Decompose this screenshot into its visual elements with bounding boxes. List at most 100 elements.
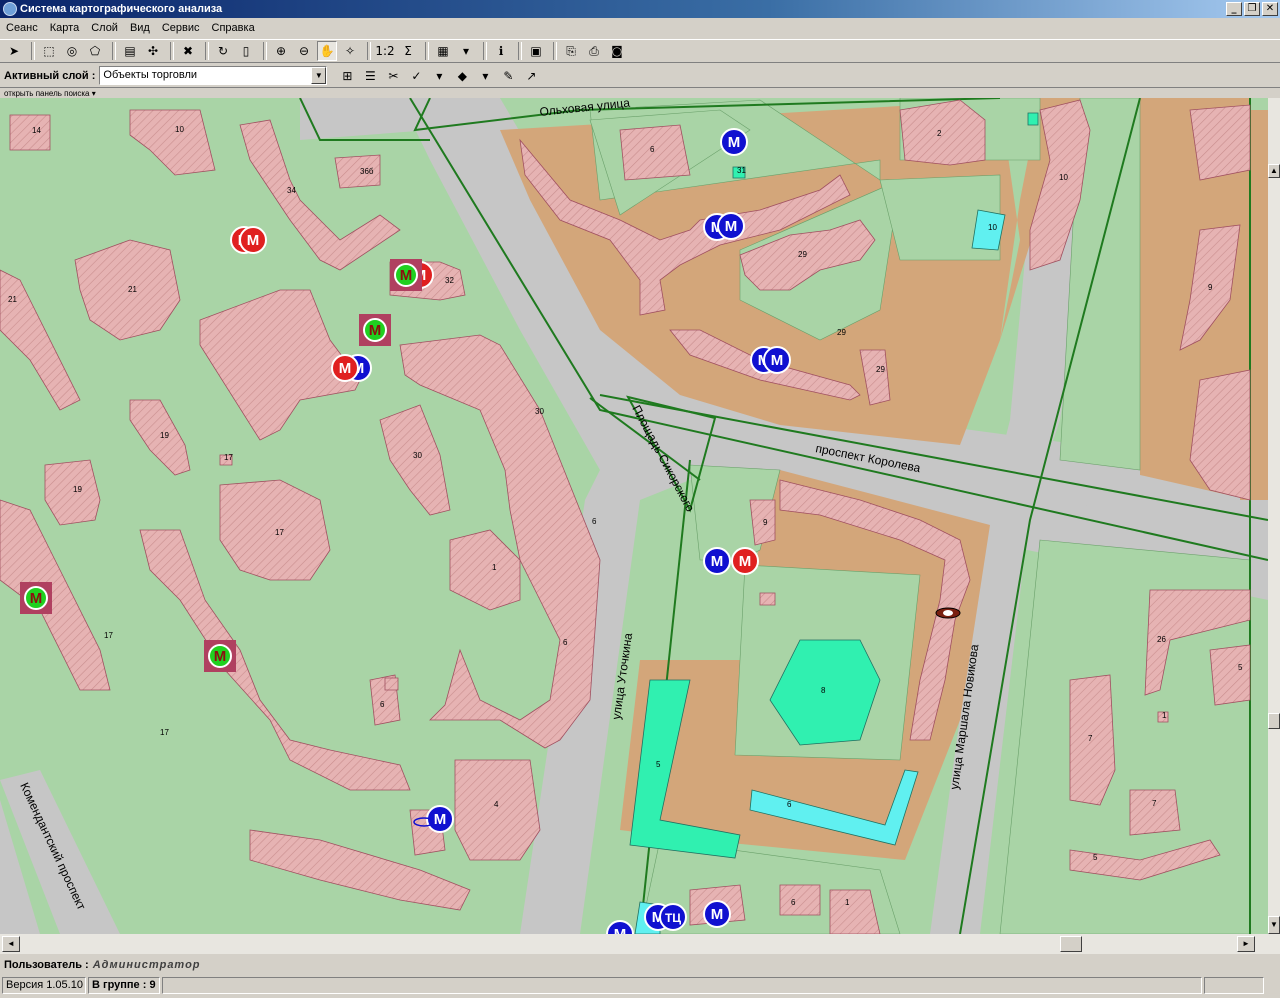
minimize-button[interactable]: _ bbox=[1226, 2, 1242, 16]
blue-shop-marker[interactable]: M bbox=[703, 900, 731, 928]
comment-icon[interactable]: ✎ bbox=[498, 66, 518, 86]
menu-service[interactable]: Сервис bbox=[156, 22, 206, 34]
blue-shop-marker[interactable]: TЦ bbox=[659, 903, 687, 931]
scroll-down-button[interactable]: ▼ bbox=[1268, 916, 1280, 934]
refresh-icon[interactable]: ↻ bbox=[213, 41, 233, 61]
zoom-in-icon[interactable]: ⊕ bbox=[271, 41, 291, 61]
toolbar-separator bbox=[367, 42, 371, 60]
horizontal-scrollbar[interactable]: ◄ ► bbox=[0, 934, 1268, 954]
marker-label: M bbox=[725, 218, 738, 235]
status-bar: Версия 1.05.10 В группе : 9 bbox=[0, 975, 1280, 996]
dropdown-arrow-icon[interactable]: ▾ bbox=[456, 41, 476, 61]
blue-shop-marker[interactable]: M bbox=[763, 346, 791, 374]
horizontal-scroll-thumb[interactable] bbox=[1060, 936, 1082, 952]
building-number: 30 bbox=[535, 407, 544, 416]
app-globe-icon bbox=[3, 2, 17, 16]
map-pin-icon[interactable] bbox=[935, 607, 961, 619]
marker-label: M bbox=[214, 648, 227, 665]
print-icon[interactable]: ⎙ bbox=[584, 41, 604, 61]
building-number: 7 bbox=[1088, 734, 1093, 743]
building-number: 9 bbox=[1208, 283, 1213, 292]
sum-icon[interactable]: Σ bbox=[398, 41, 418, 61]
building-number: 6 bbox=[791, 898, 796, 907]
blue-shop-marker[interactable]: M bbox=[720, 128, 748, 156]
expand-icon[interactable]: ✣ bbox=[143, 41, 163, 61]
marker-label: M bbox=[728, 134, 741, 151]
building-number: 10 bbox=[1059, 173, 1068, 182]
menu-map[interactable]: Карта bbox=[44, 22, 85, 34]
toolbar-separator bbox=[263, 42, 267, 60]
shapes-icon[interactable]: ◆ bbox=[452, 66, 472, 86]
scroll-right-button[interactable]: ► bbox=[1237, 936, 1255, 952]
layers-icon[interactable]: ▤ bbox=[120, 41, 140, 61]
scroll-up-button[interactable]: ▲ bbox=[1268, 164, 1280, 178]
vertical-scroll-thumb[interactable] bbox=[1268, 713, 1280, 729]
zoom-out-icon[interactable]: ⊖ bbox=[294, 41, 314, 61]
clear-selection-icon[interactable]: ✖ bbox=[178, 41, 198, 61]
layer-list-icon[interactable]: ☰ bbox=[360, 66, 380, 86]
building-number: 1 bbox=[492, 563, 497, 572]
active-layer-label: Активный слой : bbox=[4, 69, 96, 82]
red-shop-marker[interactable]: M bbox=[731, 547, 759, 575]
toolbar-separator bbox=[425, 42, 429, 60]
toolbar-separator bbox=[170, 42, 174, 60]
ruler-icon[interactable]: 1:2 bbox=[375, 41, 395, 61]
restore-button[interactable]: ❐ bbox=[1244, 2, 1260, 16]
menu-layer[interactable]: Слой bbox=[85, 22, 124, 34]
building-number: 29 bbox=[837, 328, 846, 337]
dropdown-arrow-icon[interactable]: ▾ bbox=[429, 66, 449, 86]
green-shop-marker[interactable]: M bbox=[390, 259, 422, 291]
building-number: 17 bbox=[275, 528, 284, 537]
chevron-down-icon[interactable]: ▼ bbox=[311, 67, 327, 84]
menu-session[interactable]: Сеанс bbox=[0, 22, 44, 34]
blue-shop-marker[interactable]: M bbox=[717, 212, 745, 240]
magic-wand-icon[interactable]: ✧ bbox=[340, 41, 360, 61]
layer-tools: ⊞ ☰ ✂ ✓ ▾ ◆ ▾ ✎ ↗ bbox=[337, 66, 544, 86]
info-icon[interactable]: ℹ bbox=[491, 41, 511, 61]
layer-add-icon[interactable]: ⊞ bbox=[337, 66, 357, 86]
building-number: 32 bbox=[445, 276, 454, 285]
user-label: Пользователь : bbox=[4, 959, 89, 971]
select-circle-icon[interactable]: ◎ bbox=[62, 41, 82, 61]
marker-label: M bbox=[711, 553, 724, 570]
select-rect-icon[interactable]: ⬚ bbox=[39, 41, 59, 61]
building-number: 21 bbox=[128, 285, 137, 294]
marker-label: M bbox=[400, 267, 413, 284]
check-spell-icon[interactable]: ✓ bbox=[406, 66, 426, 86]
vertical-scrollbar[interactable]: ▲ ▼ bbox=[1268, 98, 1280, 954]
green-shop-marker[interactable]: M bbox=[20, 582, 52, 614]
red-shop-marker[interactable]: M bbox=[331, 354, 359, 382]
blank-page-icon[interactable]: ▯ bbox=[236, 41, 256, 61]
close-button[interactable]: ✕ bbox=[1262, 2, 1278, 16]
grid-icon[interactable]: ▦ bbox=[433, 41, 453, 61]
marker-label: M bbox=[711, 906, 724, 923]
active-layer-select[interactable]: Объекты торговли ▼ bbox=[99, 66, 328, 85]
camera-icon[interactable]: ◙ bbox=[607, 41, 627, 61]
scissors-icon[interactable]: ✂ bbox=[383, 66, 403, 86]
scroll-left-button[interactable]: ◄ bbox=[2, 936, 20, 952]
marker-label: M bbox=[771, 352, 784, 369]
pointer-icon[interactable]: ➤ bbox=[4, 41, 24, 61]
building-number: 10 bbox=[988, 223, 997, 232]
main-toolbar: ➤ ⬚ ◎ ⬠ ▤ ✣ ✖ ↻ ▯ ⊕ ⊖ ✋ ✧ 1:2 Σ ▦ ▾ ℹ ▣ ⎘ ⎙ ◙ bbox=[0, 39, 1280, 63]
hand-pan-icon[interactable]: ✋ bbox=[317, 41, 337, 61]
menu-help[interactable]: Справка bbox=[206, 22, 261, 34]
export-icon[interactable]: ⎘ bbox=[561, 41, 581, 61]
map-canvas[interactable]: Ольховая улица проспект Королева Площадь… bbox=[0, 98, 1268, 934]
building-number: 31 bbox=[737, 166, 746, 175]
green-shop-marker[interactable]: M bbox=[359, 314, 391, 346]
blue-shop-marker[interactable]: M bbox=[703, 547, 731, 575]
map-view[interactable]: Ольховая улица проспект Королева Площадь… bbox=[0, 98, 1268, 934]
dropdown-arrow-icon[interactable]: ▾ bbox=[475, 66, 495, 86]
select-poly-icon[interactable]: ⬠ bbox=[85, 41, 105, 61]
search-panel-toggle[interactable]: открыть панель поиска ▾ bbox=[4, 89, 96, 98]
building-number: 6 bbox=[380, 700, 385, 709]
chart-edit-icon[interactable]: ↗ bbox=[521, 66, 541, 86]
menu-view[interactable]: Вид bbox=[124, 22, 156, 34]
marker-label: M bbox=[30, 590, 43, 607]
legend-icon[interactable]: ▣ bbox=[526, 41, 546, 61]
layer-toolbar: Активный слой : Объекты торговли ▼ ⊞ ☰ ✂ ✓ ▾… bbox=[0, 64, 1280, 88]
red-shop-marker[interactable]: M bbox=[239, 226, 267, 254]
building-number: 21 bbox=[8, 295, 17, 304]
green-shop-marker[interactable]: M bbox=[204, 640, 236, 672]
